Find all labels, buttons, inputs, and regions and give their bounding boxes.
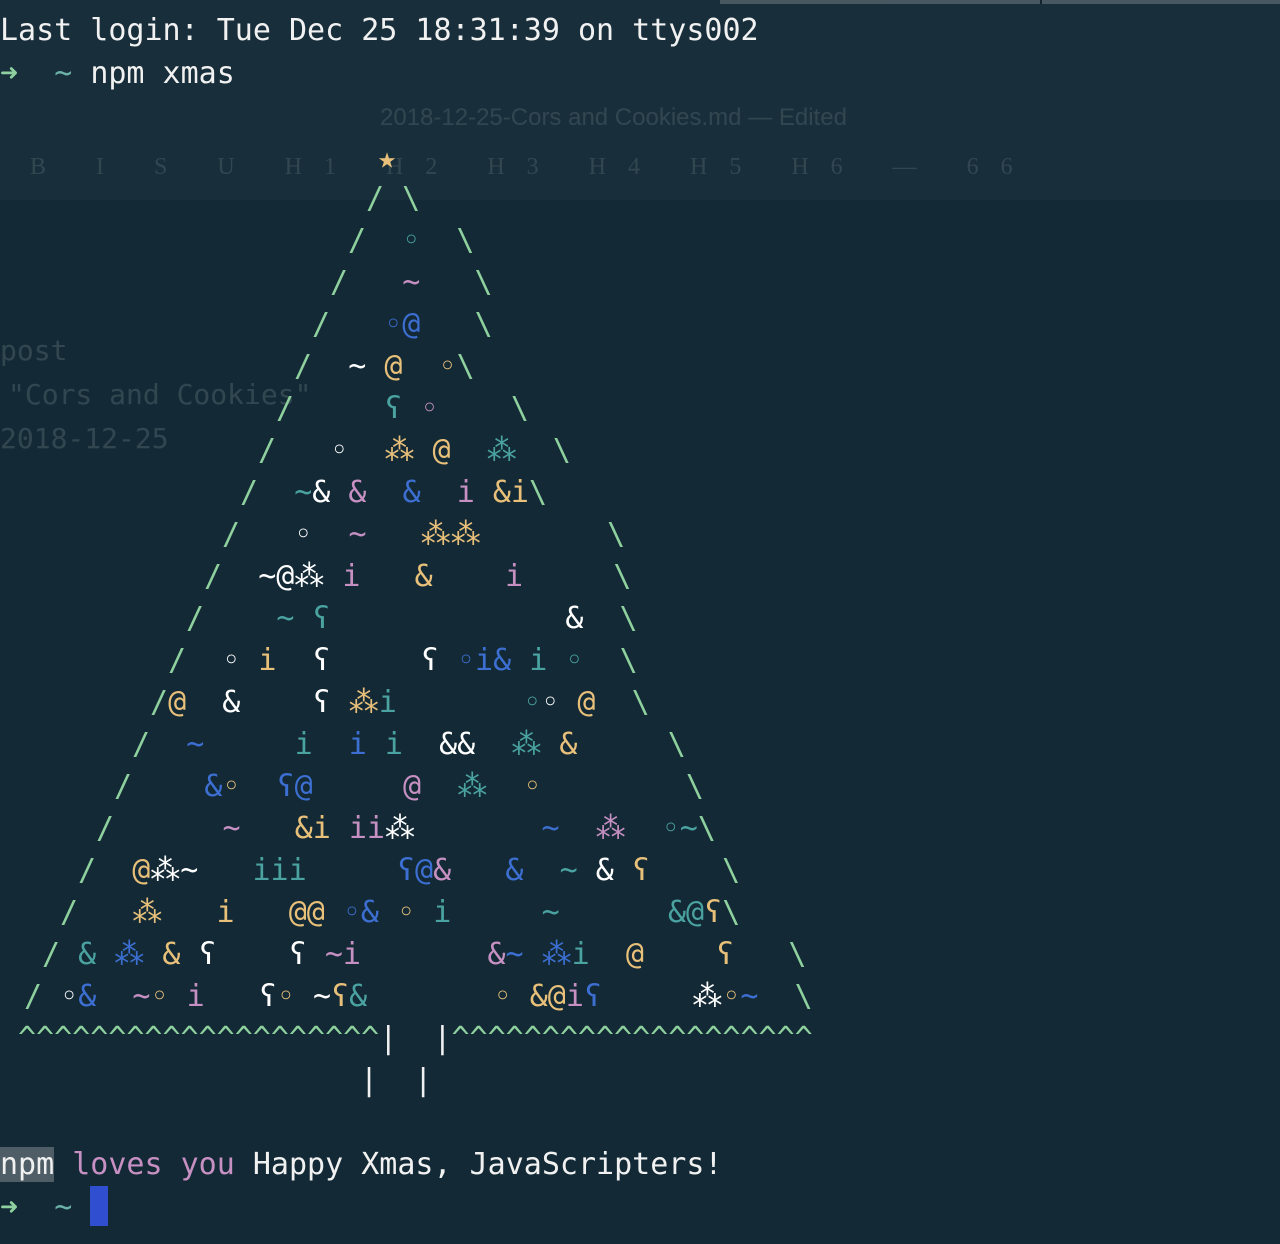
prompt-arrow-icon: ➜ <box>0 56 19 91</box>
tree-base: ^^^^^^^^^^^^^^^^^^^^| |^^^^^^^^^^^^^^^^^… <box>18 1021 813 1056</box>
footer-message-line: npm loves you Happy Xmas, JavaScripters! <box>0 1144 722 1186</box>
tree-row: /@ & ʕ ⁂i ◦◦ @ \ <box>150 685 650 720</box>
last-login-line: Last login: Tue Dec 25 18:31:39 on ttys0… <box>0 13 759 48</box>
current-prompt-line[interactable]: ➜ ~ <box>0 1186 109 1228</box>
tree-row: / ~ ʕ & \ <box>186 601 638 636</box>
tree-row: / ◦ \ <box>348 223 475 258</box>
tree-row: / ʕ ◦ \ <box>276 391 529 426</box>
terminal-window[interactable]: 2018-12-25-Cors and Cookies.md — Edited … <box>0 0 1280 1244</box>
tree-row: / ◦ ~ ⁂⁂ \ <box>222 517 626 552</box>
tree-row: / ~ &i ii⁂ ~ ⁂ ◦~\ <box>96 811 716 846</box>
tree-row: / ~ i i i && ⁂ & \ <box>132 727 686 762</box>
tree-row: / @⁂~ iii ʕ@& & ~ & ʕ \ <box>78 853 741 888</box>
tree-row: / & ⁂ & ʕ ʕ ~i &~ ⁂i @ ʕ \ <box>42 937 807 972</box>
npm-badge: npm <box>0 1147 55 1182</box>
prompt-directory: ~ <box>54 56 73 91</box>
tree-trunk: | | <box>360 1063 433 1098</box>
command-text: npm xmas <box>90 56 235 91</box>
prompt-directory: ~ <box>54 1190 73 1225</box>
editor-doc-title: 2018-12-25-Cors and Cookies.md — Edited <box>380 104 847 131</box>
tree-base-right: ^^^^^^^^^^^^^^^^^^^^ <box>451 1021 813 1056</box>
tab-separator <box>1040 0 1042 4</box>
tree-row: / ◦& ~◦ i ʕ◦ ~ʕ& ◦ &@iʕ ⁂◦~ \ <box>24 979 813 1014</box>
loves-you-text: loves you <box>72 1147 235 1182</box>
tree-row: / ◦@ \ <box>312 307 493 342</box>
tree-row: / ~@⁂ i & i \ <box>204 559 632 594</box>
tab-bar <box>720 0 1280 4</box>
xmas-tree: ★ / \ / ◦ \ / ~ \ / ◦@ \ / ~ @ ◦\ / ʕ ◦ … <box>0 138 813 1098</box>
text-cursor[interactable] <box>90 1186 109 1226</box>
tree-row: / ◦ ⁂ @ ⁂ \ <box>258 433 571 468</box>
happy-xmas-text: Happy Xmas, JavaScripters! <box>252 1147 723 1182</box>
tree-row: / ⁂ i @@ ◦& ◦ i ~ &@ʕ\ <box>60 895 741 930</box>
tree-row: / ◦ i ʕ ʕ ◦i& i ◦ \ <box>168 643 638 678</box>
tree-row: / &◦ ʕ@ @ ⁂ ◦ \ <box>114 769 704 804</box>
tree-row: / \ <box>366 181 421 216</box>
tree-star-icon: ★ <box>378 141 397 176</box>
command-line: ➜ ~ npm xmas <box>0 53 235 95</box>
tree-row: / ~& & & i &i\ <box>240 475 548 510</box>
tree-row: / ~ @ ◦\ <box>294 349 475 384</box>
tree-base-left: ^^^^^^^^^^^^^^^^^^^^ <box>18 1021 380 1056</box>
tree-row: / ~ \ <box>330 265 493 300</box>
prompt-arrow-icon: ➜ <box>0 1190 19 1225</box>
